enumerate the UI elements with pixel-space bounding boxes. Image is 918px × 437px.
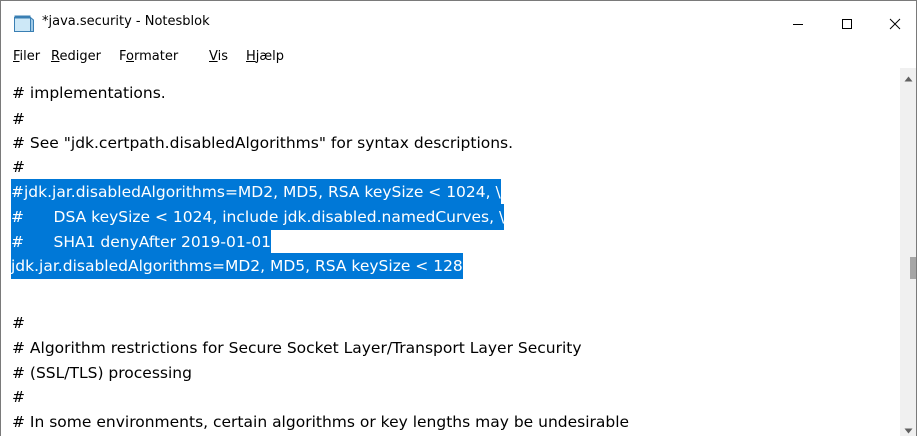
editor-line: # Algorithm restrictions for Secure Sock… bbox=[12, 339, 582, 357]
menu-filer-label: iler bbox=[19, 49, 41, 64]
editor-line: # In some environments, certain algorith… bbox=[12, 413, 630, 431]
menu-filer[interactable]: Filer bbox=[13, 49, 40, 64]
editor-line: # bbox=[12, 314, 25, 332]
menu-vis-mnemonic: V bbox=[209, 49, 218, 64]
menu-formater[interactable]: Formater bbox=[119, 49, 178, 64]
menu-bar: Filer Rediger Formater Vis Hjælp bbox=[1, 46, 916, 68]
notepad-app-icon bbox=[14, 15, 34, 32]
editor-line: # See "jdk.certpath.disabledAlgorithms" … bbox=[12, 134, 514, 152]
editor-line-selected: # DSA keySize < 1024, include jdk.disabl… bbox=[11, 204, 505, 230]
minimize-icon bbox=[792, 15, 804, 34]
menu-rediger-label: ediger bbox=[59, 49, 101, 64]
menu-vis[interactable]: Vis bbox=[209, 49, 228, 64]
editor-line: # bbox=[12, 158, 25, 176]
editor-line: # bbox=[12, 388, 25, 406]
scroll-down-button[interactable] bbox=[900, 419, 916, 436]
scrollbar-thumb[interactable] bbox=[910, 257, 916, 279]
scroll-down-icon bbox=[904, 419, 913, 436]
menu-rediger[interactable]: Rediger bbox=[51, 49, 101, 64]
minimize-button[interactable] bbox=[775, 7, 821, 41]
editor-line: # implementations. bbox=[12, 84, 166, 102]
editor-line-selected: # SHA1 denyAfter 2019-01-01 bbox=[11, 229, 272, 255]
scroll-up-button[interactable] bbox=[900, 67, 916, 86]
scroll-up-icon bbox=[904, 67, 913, 86]
maximize-button[interactable] bbox=[824, 7, 870, 41]
close-button[interactable] bbox=[872, 7, 916, 41]
editor-line-selected: jdk.jar.disabledAlgorithms=MD2, MD5, RSA… bbox=[11, 253, 463, 279]
menu-hjaelp-label: jælp bbox=[255, 49, 285, 64]
title-bar[interactable]: *java.security - Notesblok bbox=[1, 1, 916, 46]
menu-hjaelp-mnemonic: H bbox=[246, 49, 256, 64]
menu-hjaelp[interactable]: Hjælp bbox=[246, 49, 284, 64]
editor-line-selected: #jdk.jar.disabledAlgorithms=MD2, MD5, RS… bbox=[11, 179, 501, 205]
close-icon bbox=[889, 15, 901, 34]
menu-vis-label: is bbox=[217, 49, 228, 64]
editor-line: # bbox=[12, 110, 25, 128]
notepad-window: *java.security - Notesblok Filer Rediger… bbox=[0, 0, 917, 436]
maximize-icon bbox=[841, 15, 853, 34]
text-editor[interactable]: # implementations. # # See "jdk.certpath… bbox=[1, 68, 900, 436]
menu-formater-label: rmater bbox=[133, 49, 179, 64]
window-title: *java.security - Notesblok bbox=[42, 14, 210, 29]
vertical-scrollbar[interactable] bbox=[900, 67, 916, 436]
editor-line: # (SSL/TLS) processing bbox=[12, 364, 192, 382]
menu-formater-mnemonic: o bbox=[126, 49, 134, 64]
menu-formater-prefix: F bbox=[119, 49, 127, 64]
